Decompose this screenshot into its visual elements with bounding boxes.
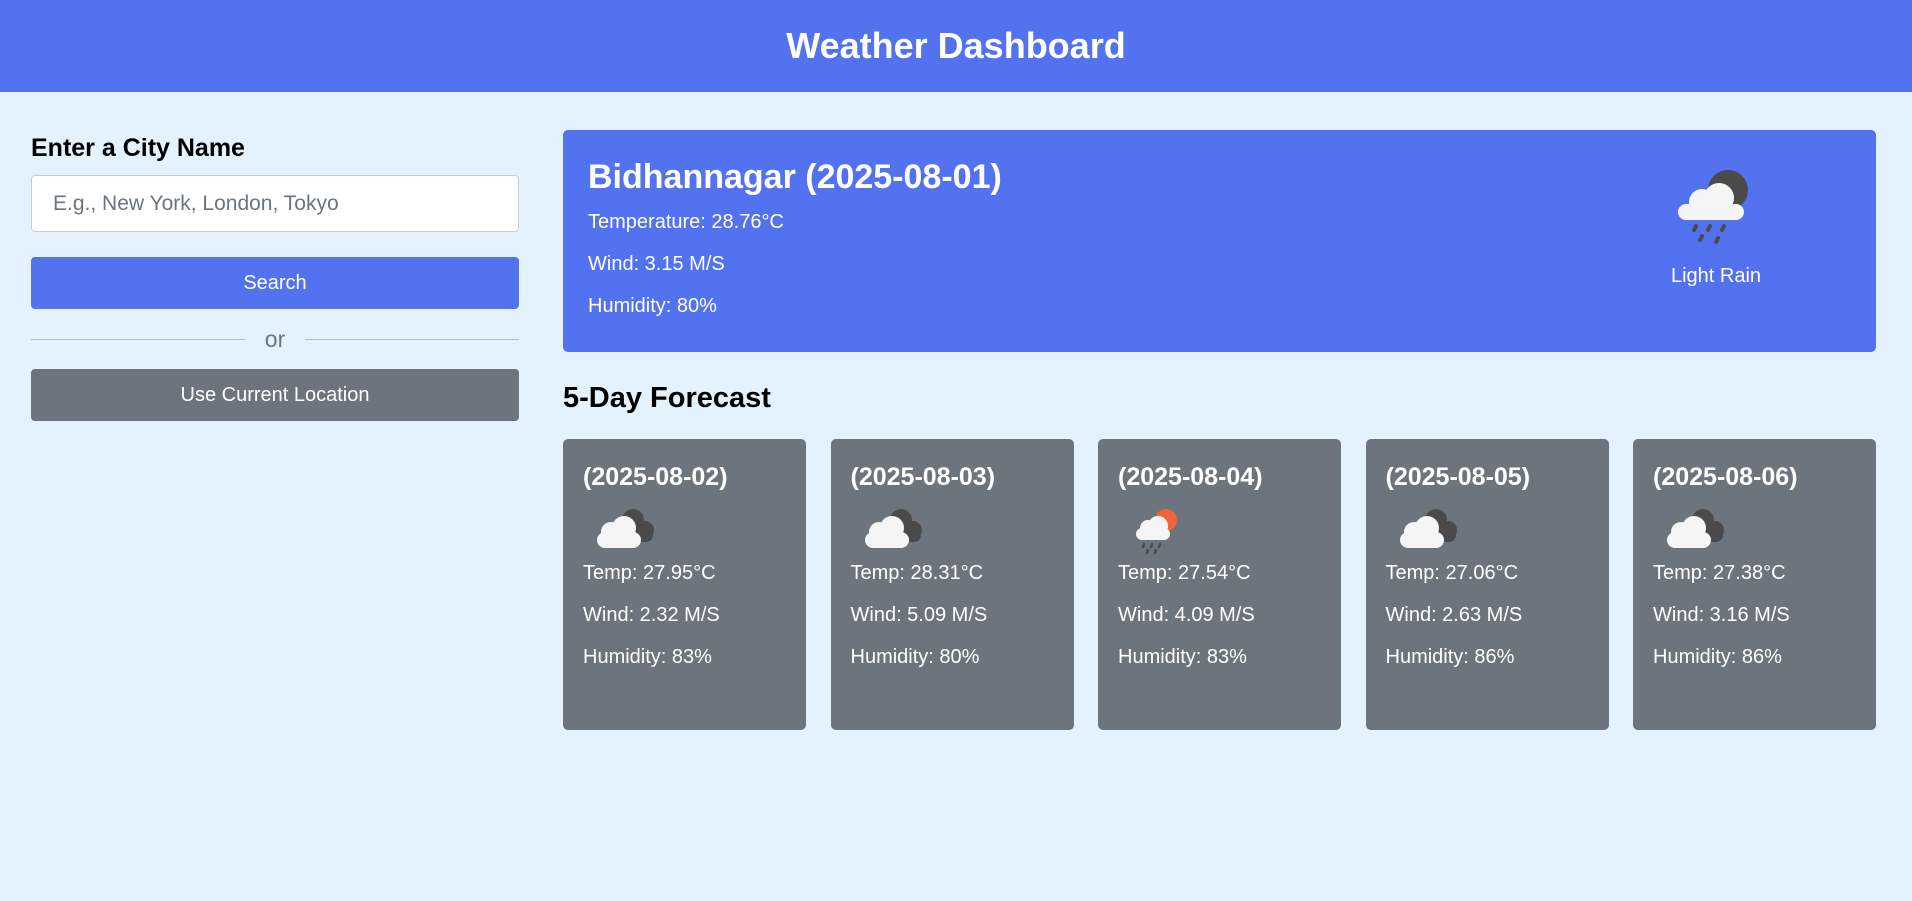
broken-clouds-icon (1399, 509, 1457, 548)
forecast-wind: Wind: 3.16 M/S (1653, 604, 1790, 626)
use-current-location-button[interactable]: Use Current Location (31, 369, 519, 421)
forecast-card: (2025-08-02) Temp: 27.95°C Wind: 2.32 M/… (563, 439, 806, 730)
page-title: Weather Dashboard (786, 25, 1126, 66)
current-weather-description: Light Rain (1670, 265, 1762, 287)
city-search-input[interactable] (31, 175, 519, 232)
forecast-cards: (2025-08-02) Temp: 27.95°C Wind: 2.32 M/… (563, 439, 1876, 730)
current-weather-card: Bidhannagar (2025-08-01) Temperature: 28… (563, 130, 1876, 352)
forecast-humidity: Humidity: 86% (1385, 646, 1515, 668)
forecast-card: (2025-08-05) Temp: 27.06°C Wind: 2.63 M/… (1365, 439, 1609, 730)
forecast-card: (2025-08-03) Temp: 28.31°C Wind: 5.09 M/… (830, 439, 1074, 730)
forecast-humidity: Humidity: 83% (583, 646, 712, 668)
city-input-label: Enter a City Name (31, 134, 245, 162)
app-header: Weather Dashboard (0, 0, 1912, 92)
separator-label: or (264, 325, 286, 352)
separator-line-right (305, 338, 520, 340)
current-weather-icon-box: Light Rain (1656, 168, 1776, 288)
broken-clouds-icon (864, 509, 922, 548)
forecast-title: 5-Day Forecast (563, 382, 771, 414)
forecast-date: (2025-08-03) (850, 463, 996, 491)
or-separator: or (31, 309, 520, 369)
forecast-temp: Temp: 27.06°C (1385, 562, 1519, 584)
current-humidity: Humidity: 80% (588, 295, 717, 317)
main-container: Enter a City Name Search or Use Current … (0, 92, 1912, 730)
forecast-humidity: Humidity: 86% (1653, 646, 1782, 668)
forecast-wind: Wind: 4.09 M/S (1118, 604, 1255, 626)
forecast-humidity: Humidity: 83% (1118, 646, 1247, 668)
forecast-date: (2025-08-04) (1118, 463, 1263, 491)
forecast-temp: Temp: 27.95°C (583, 562, 716, 584)
search-button[interactable]: Search (31, 257, 519, 309)
forecast-card: (2025-08-04) Temp: 27.54°C Wind: 4.09 M/… (1098, 439, 1341, 730)
light-rain-night-icon (1678, 170, 1748, 244)
forecast-humidity: Humidity: 80% (850, 646, 980, 668)
forecast-date: (2025-08-06) (1653, 463, 1798, 491)
search-panel: Enter a City Name Search or Use Current … (31, 130, 520, 730)
weather-data-panel: Bidhannagar (2025-08-01) Temperature: 28… (563, 130, 1876, 730)
forecast-date: (2025-08-05) (1385, 463, 1531, 491)
broken-clouds-icon (1667, 509, 1724, 548)
forecast-card: (2025-08-06) Temp: 27.38°C Wind: 3.16 M/… (1633, 439, 1876, 730)
forecast-temp: Temp: 27.54°C (1118, 562, 1251, 584)
forecast-wind: Wind: 5.09 M/S (850, 604, 988, 626)
light-rain-day-icon (1136, 509, 1177, 554)
forecast-date: (2025-08-02) (583, 463, 728, 491)
forecast-temp: Temp: 27.38°C (1653, 562, 1786, 584)
forecast-temp: Temp: 28.31°C (850, 562, 984, 584)
separator-line-left (31, 338, 245, 340)
broken-clouds-icon (597, 509, 654, 548)
forecast-wind: Wind: 2.32 M/S (583, 604, 720, 626)
forecast-wind: Wind: 2.63 M/S (1385, 604, 1523, 626)
